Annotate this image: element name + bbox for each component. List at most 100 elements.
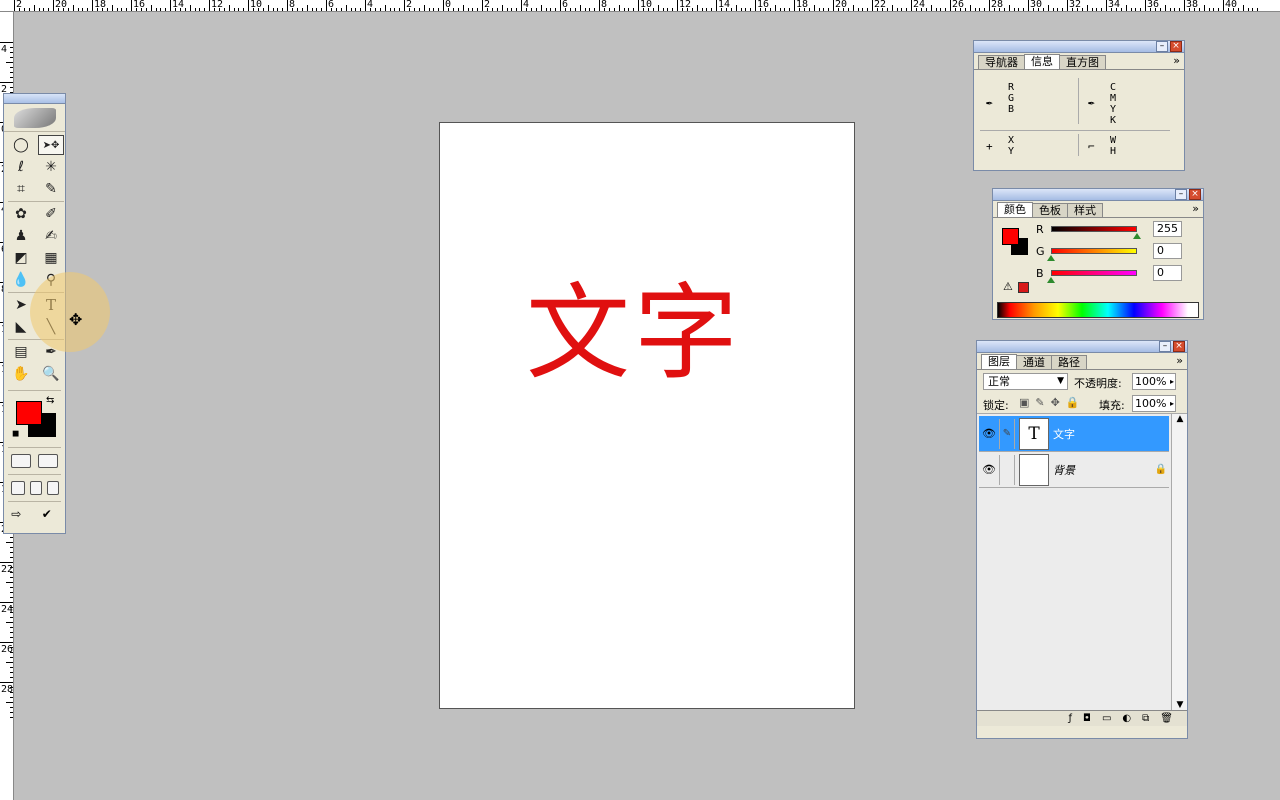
- channel-slider-b[interactable]: [1051, 270, 1137, 276]
- layers-scrollbar[interactable]: ▲ ▼: [1171, 414, 1187, 710]
- slider-thumb-g[interactable]: [1047, 255, 1055, 261]
- standard-mode-button[interactable]: [11, 454, 32, 468]
- slider-thumb-b[interactable]: [1047, 277, 1055, 283]
- tab-styles[interactable]: 样式: [1067, 203, 1103, 217]
- canvas-text-layer[interactable]: 文字: [526, 281, 742, 385]
- tab-layers[interactable]: 图层: [981, 354, 1017, 369]
- lasso-icon[interactable]: ℓ: [8, 157, 34, 177]
- fill-slider-arrow-icon[interactable]: ▸: [1170, 396, 1174, 411]
- new-layer-icon[interactable]: ⧉: [1142, 713, 1149, 724]
- lock-all-icon[interactable]: 🔒: [1066, 396, 1080, 409]
- info-palette-title-bar[interactable]: – ×: [974, 41, 1184, 53]
- full-screen-menu-button[interactable]: [29, 481, 42, 495]
- opacity-field[interactable]: 100% ▸: [1132, 373, 1176, 390]
- gradient-icon[interactable]: ▦: [38, 248, 64, 268]
- minimize-icon[interactable]: –: [1175, 189, 1187, 200]
- layer-name[interactable]: 文字: [1053, 426, 1169, 442]
- channel-value-r[interactable]: 255: [1153, 221, 1182, 237]
- hand-icon[interactable]: ✋: [8, 364, 34, 384]
- pen-icon[interactable]: ◣: [8, 317, 34, 337]
- document-canvas[interactable]: 文字: [439, 122, 855, 709]
- line-icon[interactable]: ╲: [38, 317, 64, 337]
- tab-info[interactable]: 信息: [1024, 54, 1060, 69]
- fill-field[interactable]: 100% ▸: [1132, 395, 1176, 412]
- default-colors-icon[interactable]: ◼: [12, 429, 19, 439]
- scroll-up-icon[interactable]: ▲: [1172, 414, 1188, 424]
- magic-wand-icon[interactable]: ✳: [38, 157, 64, 177]
- palette-menu-icon[interactable]: »: [1192, 202, 1199, 215]
- close-icon[interactable]: ×: [1189, 189, 1201, 200]
- lock-position-icon[interactable]: ✥: [1051, 396, 1060, 409]
- swap-colors-icon[interactable]: ⇆: [46, 395, 54, 406]
- channel-slider-r[interactable]: [1051, 226, 1137, 232]
- channel-value-b[interactable]: 0: [1153, 265, 1182, 281]
- eyedropper-icon[interactable]: ✒: [986, 96, 993, 109]
- opacity-slider-arrow-icon[interactable]: ▸: [1170, 374, 1174, 389]
- new-group-icon[interactable]: ▭: [1102, 713, 1111, 724]
- gamut-warning-swatch[interactable]: [1018, 282, 1029, 293]
- eraser-icon[interactable]: ◩: [8, 248, 34, 268]
- tab-navigator[interactable]: 导航器: [978, 55, 1025, 69]
- layer-mask-icon[interactable]: ◘: [1083, 713, 1091, 724]
- crop-icon[interactable]: ⌗: [8, 179, 34, 199]
- type-icon[interactable]: T: [38, 295, 64, 315]
- eyedropper-icon[interactable]: ✒: [38, 342, 64, 362]
- notes-icon[interactable]: ▤: [8, 342, 34, 362]
- tab-paths[interactable]: 路径: [1051, 355, 1087, 369]
- scroll-down-icon[interactable]: ▼: [1172, 700, 1188, 710]
- check-icon[interactable]: ✔: [42, 508, 58, 522]
- adjustment-layer-icon[interactable]: ◐: [1122, 713, 1131, 724]
- layer-brush-icon[interactable]: ✎: [999, 418, 1015, 449]
- color-palette-title-bar[interactable]: – ×: [993, 189, 1203, 201]
- channel-value-g[interactable]: 0: [1153, 243, 1182, 259]
- history-brush-icon[interactable]: ✍: [38, 226, 64, 246]
- tab-channels[interactable]: 通道: [1016, 355, 1052, 369]
- jump-to-imageready-icon[interactable]: ⇨: [11, 508, 35, 522]
- layer-row-text[interactable]: 👁 ✎ T 文字: [979, 416, 1169, 452]
- zoom-icon[interactable]: 🔍: [38, 364, 64, 384]
- palette-menu-icon[interactable]: »: [1176, 354, 1183, 367]
- color-spectrum-bar[interactable]: [997, 302, 1199, 318]
- foreground-color-swatch[interactable]: [16, 401, 42, 425]
- healing-brush-icon[interactable]: ✿: [8, 204, 34, 224]
- tab-color[interactable]: 颜色: [997, 202, 1033, 217]
- layer-link-slot[interactable]: [999, 454, 1015, 485]
- quick-mask-button[interactable]: [37, 454, 58, 468]
- gamut-warning-icon[interactable]: ⚠: [1003, 280, 1013, 293]
- slider-thumb-r[interactable]: [1133, 233, 1141, 239]
- close-icon[interactable]: ×: [1173, 341, 1185, 352]
- minimize-icon[interactable]: –: [1156, 41, 1168, 52]
- full-screen-button[interactable]: [46, 481, 59, 495]
- palette-menu-icon[interactable]: »: [1173, 54, 1180, 67]
- toolbox-title-bar[interactable]: [4, 94, 65, 104]
- visibility-eye-icon[interactable]: 👁: [979, 427, 999, 440]
- close-icon[interactable]: ×: [1170, 41, 1182, 52]
- slice-icon[interactable]: ✎: [38, 179, 64, 199]
- channel-slider-g[interactable]: [1051, 248, 1137, 254]
- blur-icon[interactable]: 💧: [8, 270, 34, 290]
- tab-swatches[interactable]: 色板: [1032, 203, 1068, 217]
- ruler-top[interactable]: 2 20 18 16 14 12 10 8 6 4 2 0 2 4 6 8 10 12 14 16 18 20 22 24 26…: [0, 0, 1280, 12]
- layer-row-background[interactable]: 👁 背景 🔒: [979, 452, 1169, 488]
- dodge-icon[interactable]: ⚲: [38, 270, 64, 290]
- visibility-eye-icon[interactable]: 👁: [979, 463, 999, 476]
- blend-mode-select[interactable]: 正常 ▼: [983, 373, 1068, 390]
- eyedropper-cmyk-icon[interactable]: ✒: [1088, 96, 1095, 109]
- path-selection-icon[interactable]: ➤: [8, 295, 34, 315]
- tab-histogram[interactable]: 直方图: [1059, 55, 1106, 69]
- layer-style-icon[interactable]: ƒ: [1069, 713, 1073, 724]
- brush-icon[interactable]: ✐: [38, 204, 64, 224]
- selection-size-icon: ⌐: [1088, 140, 1095, 153]
- elliptical-marquee-icon[interactable]: ◯: [8, 135, 34, 155]
- layer-name[interactable]: 背景: [1053, 462, 1153, 478]
- feather-logo-icon[interactable]: [4, 104, 65, 132]
- minimize-icon[interactable]: –: [1159, 341, 1171, 352]
- clone-stamp-icon[interactable]: ♟: [8, 226, 34, 246]
- move-icon[interactable]: ➤✥: [38, 135, 64, 155]
- delete-layer-icon[interactable]: 🗑: [1160, 713, 1173, 724]
- lock-transparent-icon[interactable]: ▣: [1019, 396, 1029, 409]
- standard-screen-button[interactable]: [10, 481, 25, 495]
- foreground-color-swatch[interactable]: [1002, 228, 1019, 245]
- layers-palette-title-bar[interactable]: – ×: [977, 341, 1187, 353]
- lock-image-icon[interactable]: ✎: [1035, 396, 1044, 409]
